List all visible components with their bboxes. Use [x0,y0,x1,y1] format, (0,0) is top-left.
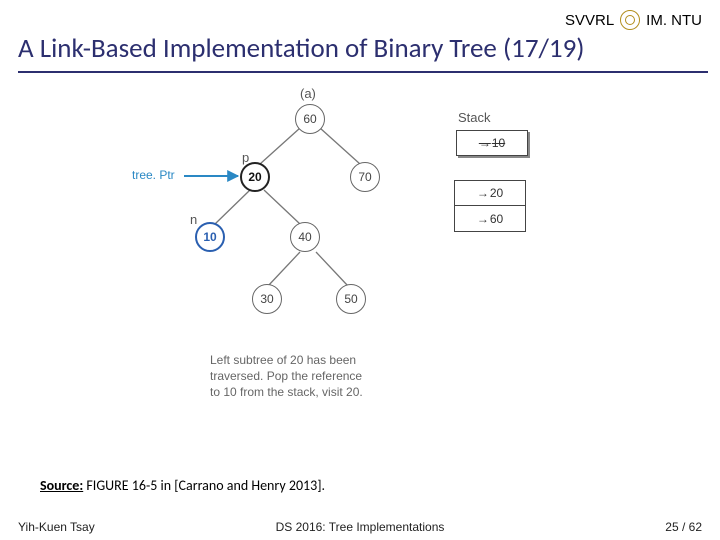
n-label: n [190,212,197,227]
org-right: IM. NTU [646,12,702,29]
node-60: 60 [295,104,325,134]
stack-cell-0: 10 [456,130,528,156]
stack-cell-2: 60 [454,206,526,232]
node-50: 50 [336,284,366,314]
org-logo-icon [620,10,640,30]
caption-line-2: traversed. Pop the reference [210,368,363,384]
node-40: 40 [290,222,320,252]
stack-cell-1: 20 [454,180,526,206]
figure-caption: Left subtree of 20 has been traversed. P… [210,352,363,401]
figure-area: (a) tree. Ptr p n 60 20 70 10 40 [0,80,720,440]
stack-label: Stack [458,110,491,125]
panel-label: (a) [300,86,316,101]
slide-header: SVVRL IM. NTU A Link-Based Implementatio… [0,0,720,73]
node-20: 20 [240,162,270,192]
slide-footer: Yih-Kuen Tsay DS 2016: Tree Implementati… [0,514,720,540]
node-70: 70 [350,162,380,192]
node-10: 10 [195,222,225,252]
org-line: SVVRL IM. NTU [18,10,708,30]
caption-line-1: Left subtree of 20 has been [210,352,363,368]
slide-title: A Link-Based Implementation of Binary Tr… [18,32,708,65]
source-text: FIGURE 16-5 in [Carrano and Henry 2013]. [86,477,325,494]
source-line: Source: FIGURE 16-5 in [Carrano and Henr… [40,477,325,494]
tree-ptr-label: tree. Ptr [132,168,175,182]
node-30: 30 [252,284,282,314]
caption-line-3: to 10 from the stack, visit 20. [210,384,363,400]
figure-box: (a) tree. Ptr p n 60 20 70 10 40 [160,86,580,426]
source-label: Source: [40,477,83,494]
footer-center: DS 2016: Tree Implementations [0,520,720,534]
org-left: SVVRL [565,12,614,29]
title-rule [18,71,708,73]
